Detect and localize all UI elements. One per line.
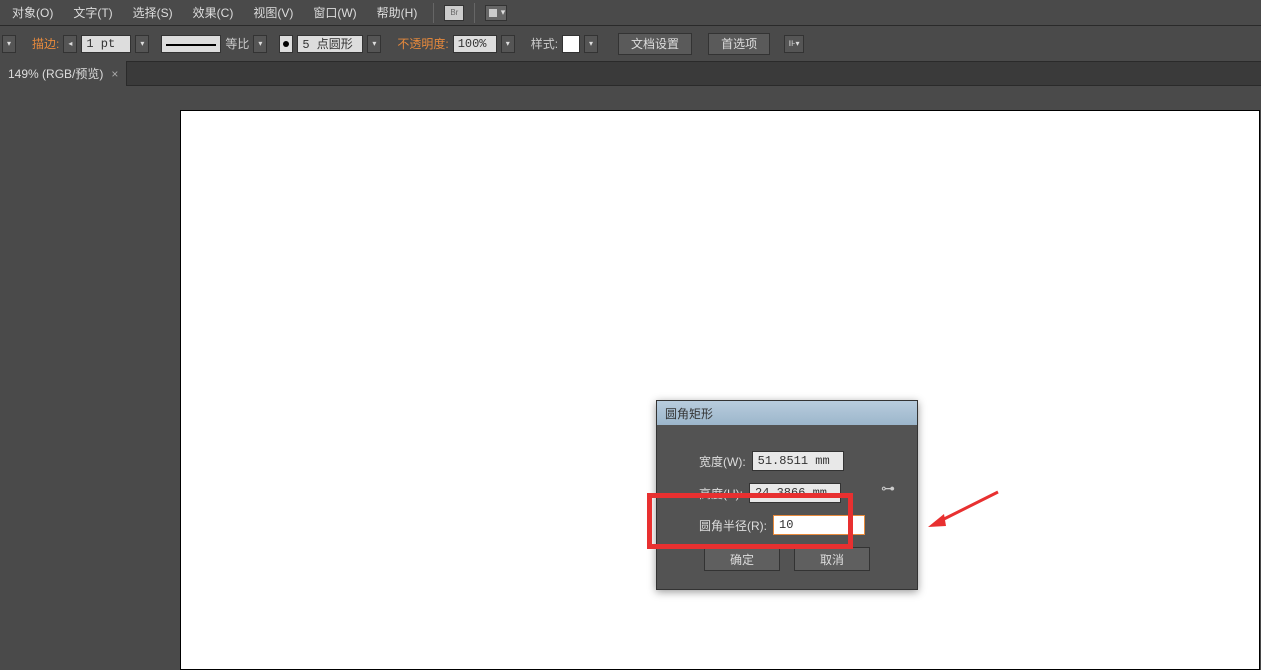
- menu-text[interactable]: 文字(T): [63, 0, 122, 25]
- menu-help[interactable]: 帮助(H): [367, 0, 428, 25]
- style-label: 样式:: [531, 35, 558, 52]
- radius-row: 圆角半径(R):: [675, 515, 899, 535]
- brush-preset-dropdown[interactable]: ▾: [367, 35, 381, 53]
- document-tab[interactable]: 149% (RGB/预览) ×: [0, 61, 127, 86]
- divider: [474, 3, 475, 23]
- brush-preset-input[interactable]: 5 点圆形: [297, 35, 363, 53]
- opacity-input[interactable]: 100%: [453, 35, 497, 53]
- menu-view[interactable]: 视图(V): [243, 0, 303, 25]
- radius-input[interactable]: [773, 515, 865, 535]
- control-toolbar: ▾ 描边: ◂ 1 pt ▾ 等比 ▾ 5 点圆形 ▾ 不透明度: 100% ▾…: [0, 26, 1261, 62]
- opacity-label: 不透明度:: [397, 35, 448, 52]
- height-label: 高度(H):: [699, 485, 743, 502]
- stroke-weight-input[interactable]: 1 pt: [81, 35, 131, 53]
- tab-close-icon[interactable]: ×: [111, 67, 118, 81]
- stroke-weight-dropdown[interactable]: ▾: [135, 35, 149, 53]
- object-type-dropdown[interactable]: ▾: [2, 35, 16, 53]
- menu-window[interactable]: 窗口(W): [303, 0, 366, 25]
- width-input[interactable]: [752, 451, 844, 471]
- opacity-dropdown[interactable]: ▾: [501, 35, 515, 53]
- arrange-docs-icon[interactable]: [485, 5, 507, 21]
- dialog-title: 圆角矩形: [657, 401, 917, 425]
- stroke-profile-dropdown[interactable]: ▾: [253, 35, 267, 53]
- tab-label: 149% (RGB/预览): [8, 65, 103, 82]
- menu-effect[interactable]: 效果(C): [183, 0, 244, 25]
- canvas-area: [0, 86, 1261, 644]
- rounded-rectangle-dialog: 圆角矩形 宽度(W): 高度(H): ⊶ 圆角半径(R): 确定 取消: [656, 400, 918, 590]
- height-row: 高度(H):: [675, 483, 899, 503]
- stroke-profile[interactable]: [161, 35, 221, 53]
- style-dropdown[interactable]: ▾: [584, 35, 598, 53]
- stroke-stepper[interactable]: ◂: [63, 35, 77, 53]
- menu-select[interactable]: 选择(S): [123, 0, 183, 25]
- ok-button[interactable]: 确定: [704, 547, 780, 571]
- radius-label: 圆角半径(R):: [699, 517, 767, 534]
- menu-object[interactable]: 对象(O): [2, 0, 63, 25]
- doc-setup-button[interactable]: 文档设置: [618, 33, 692, 55]
- style-swatch[interactable]: [562, 35, 580, 53]
- width-row: 宽度(W):: [675, 451, 899, 471]
- prefs-button[interactable]: 首选项: [708, 33, 770, 55]
- bridge-icon[interactable]: Br: [444, 5, 464, 21]
- divider: [433, 3, 434, 23]
- width-label: 宽度(W):: [699, 453, 746, 470]
- ratio-label: 等比: [225, 35, 249, 52]
- menubar: 对象(O) 文字(T) 选择(S) 效果(C) 视图(V) 窗口(W) 帮助(H…: [0, 0, 1261, 26]
- brush-dot-icon: [279, 35, 293, 53]
- cancel-button[interactable]: 取消: [794, 547, 870, 571]
- document-tab-bar: 149% (RGB/预览) ×: [0, 62, 1261, 86]
- constrain-proportions-icon[interactable]: ⊶: [881, 480, 895, 497]
- stroke-label: 描边:: [32, 35, 59, 52]
- align-icon[interactable]: ⊪▾: [784, 35, 804, 53]
- height-input[interactable]: [749, 483, 841, 503]
